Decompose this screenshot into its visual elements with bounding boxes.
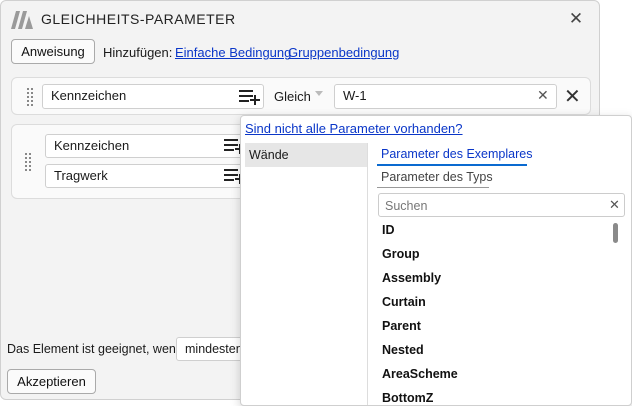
parameter-list-icon[interactable]	[239, 89, 261, 105]
divider	[367, 143, 368, 405]
add-group-condition-link[interactable]: Gruppenbedingung	[288, 45, 399, 60]
value-text: W-1	[343, 88, 367, 103]
condition-text: Das Element ist geeignet, wenn	[7, 342, 183, 356]
missing-parameters-link[interactable]: Sind nicht alle Parameter vorhanden?	[245, 121, 463, 136]
hinzufuegen-label: Hinzufügen:	[103, 45, 173, 60]
operator-select[interactable]: Gleich	[274, 89, 311, 104]
tab-active-indicator	[377, 164, 527, 166]
list-item[interactable]: ID	[382, 223, 395, 237]
list-item[interactable]: Curtain	[382, 295, 426, 309]
remove-condition-icon[interactable]: ✕	[564, 84, 581, 109]
parameter-value: Kennzeichen	[51, 88, 127, 103]
clear-value-icon[interactable]: ✕	[537, 87, 549, 104]
group-parameter-2: Tragwerk	[54, 168, 108, 183]
search-placeholder: Suchen	[385, 199, 428, 213]
list-item[interactable]: Assembly	[382, 271, 441, 285]
tab-type-parameters[interactable]: Parameter des Typs	[381, 170, 493, 184]
category-label: Wände	[249, 148, 289, 162]
list-item[interactable]: BottomZ	[382, 391, 433, 405]
group-condition-card: Kennzeichen Tragwerk	[11, 124, 260, 199]
list-item[interactable]: Group	[382, 247, 420, 261]
drag-handle-dots	[31, 88, 37, 108]
clear-search-icon[interactable]: ✕	[609, 197, 620, 213]
list-item[interactable]: Nested	[382, 343, 424, 357]
anweisung-button[interactable]: Anweisung	[11, 39, 95, 64]
list-item[interactable]: Parent	[382, 319, 421, 333]
dialog-title: GLEICHHEITS-PARAMETER	[41, 11, 236, 27]
group-drag-handle-dots	[29, 153, 35, 173]
parameter-field[interactable]: Kennzeichen	[42, 84, 264, 109]
list-item[interactable]: AreaScheme	[382, 367, 458, 381]
group-parameter-1: Kennzeichen	[54, 138, 130, 153]
parameter-picker-popup: Sind nicht alle Parameter vorhanden? Wän…	[240, 115, 632, 406]
category-item-waende[interactable]: Wände	[245, 143, 367, 167]
accept-button[interactable]: Akzeptieren	[7, 369, 96, 394]
close-icon[interactable]: ✕	[566, 9, 586, 29]
app-logo-icon	[10, 10, 34, 33]
tab-underline	[377, 187, 489, 188]
tab-instance-parameters[interactable]: Parameter des Exemplares	[381, 147, 532, 161]
search-input[interactable]: Suchen ✕	[378, 193, 625, 217]
chevron-down-icon[interactable]	[315, 91, 323, 96]
condition-row: Kennzeichen Gleich W-1 ✕ ✕	[11, 77, 591, 115]
scrollbar-thumb[interactable]	[613, 223, 618, 243]
value-input[interactable]: W-1	[334, 84, 557, 109]
add-simple-condition-link[interactable]: Einfache Bedingung	[175, 45, 291, 60]
